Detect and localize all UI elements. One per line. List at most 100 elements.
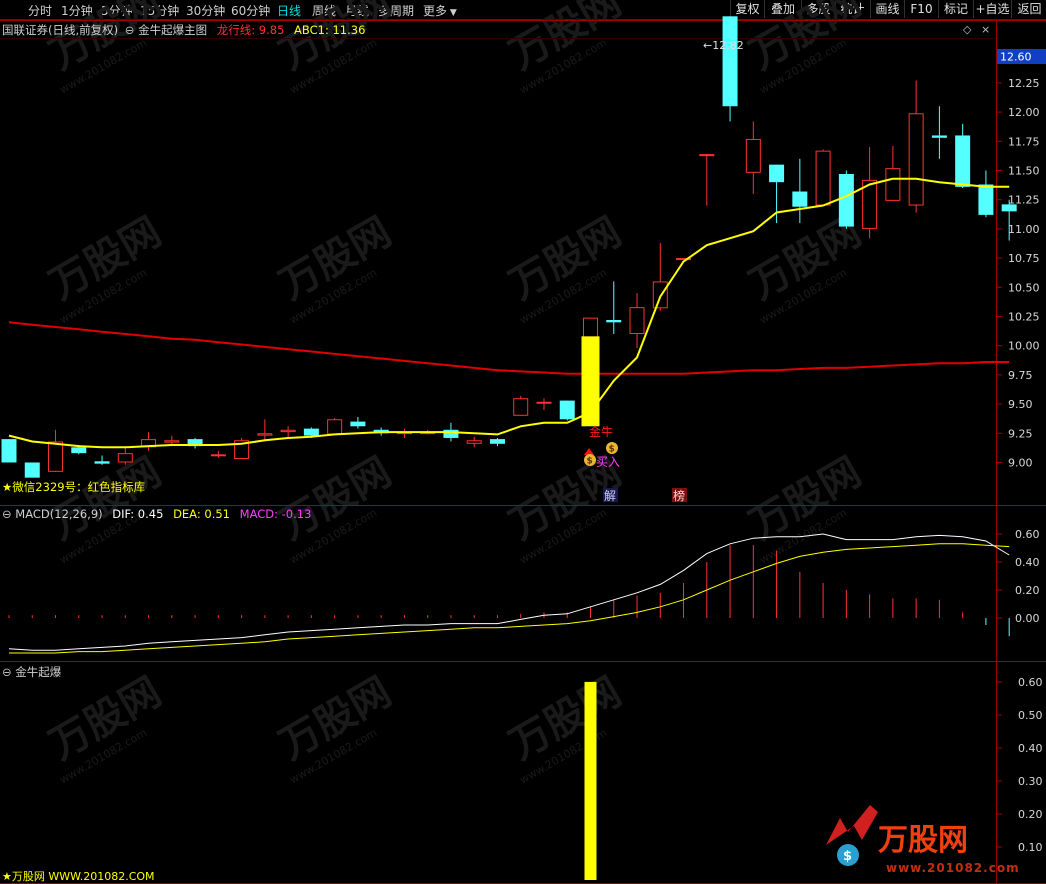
candle[interactable] bbox=[24, 462, 40, 478]
candle[interactable] bbox=[234, 437, 250, 459]
candle-body bbox=[908, 113, 924, 206]
jinniu-axis: 0.10 0.20 0.30 0.40 0.50 0.60 bbox=[997, 676, 1043, 854]
price-tick-label: 10.25 bbox=[1008, 310, 1040, 323]
candle[interactable] bbox=[117, 447, 133, 465]
jinniu-tick-label: 0.60 bbox=[1018, 676, 1043, 689]
candle[interactable] bbox=[350, 416, 366, 429]
candle[interactable] bbox=[164, 435, 180, 445]
candle[interactable] bbox=[513, 395, 529, 416]
candle[interactable] bbox=[908, 80, 924, 213]
watermark-layer: 万股网www.201082.com 万股网www.201082.com 万股网www… bbox=[42, 0, 869, 787]
candle[interactable] bbox=[327, 418, 343, 435]
candle[interactable] bbox=[885, 145, 901, 201]
jinniu-tick-label: 0.50 bbox=[1018, 709, 1043, 722]
candle[interactable] bbox=[94, 455, 110, 465]
candle[interactable] bbox=[699, 154, 715, 206]
price-tick-label: 9.25 bbox=[1008, 427, 1033, 440]
stock-name: 国联证券(日线,前复权) bbox=[2, 23, 119, 37]
macd-tick-label: 0.40 bbox=[1015, 556, 1040, 569]
bang-marker[interactable]: 榜 bbox=[673, 488, 685, 503]
jinniu-main-signal-bar bbox=[581, 336, 600, 427]
candle[interactable] bbox=[931, 106, 947, 159]
candle-body bbox=[350, 421, 366, 427]
candle[interactable] bbox=[1, 439, 17, 463]
current-price-tag: 12.60 bbox=[1000, 51, 1032, 64]
jinniu-title[interactable]: 金牛起爆 bbox=[15, 665, 61, 679]
dif-value: DIF: 0.45 bbox=[112, 507, 164, 521]
candle[interactable] bbox=[187, 437, 203, 449]
logo-url-text: www.201082.com bbox=[886, 861, 1020, 875]
candle-body bbox=[815, 150, 831, 206]
candle[interactable] bbox=[48, 429, 64, 472]
brand-logo: $ 万股网 www.201082.com bbox=[826, 805, 1020, 875]
logo-arrow-icon bbox=[826, 805, 878, 845]
candle-body bbox=[722, 16, 738, 107]
candle[interactable] bbox=[629, 293, 645, 349]
candle[interactable] bbox=[792, 158, 808, 224]
longxing-line bbox=[8, 321, 1010, 375]
money-bag-glyph: $ bbox=[609, 445, 615, 455]
price-axis: 9.00 9.25 9.50 9.75 10.00 10.25 10.50 10.75 11.0… bbox=[997, 48, 1040, 469]
macd-tick-label: 0.00 bbox=[1015, 612, 1040, 625]
candle[interactable] bbox=[210, 450, 226, 458]
candle[interactable] bbox=[489, 437, 505, 447]
candle[interactable] bbox=[257, 419, 273, 442]
candle-body bbox=[48, 441, 64, 472]
price-tick-label: 11.50 bbox=[1008, 164, 1040, 177]
watermark-block: 万股网www.201082.com bbox=[742, 0, 869, 97]
diamond-icon[interactable]: ◇ bbox=[963, 23, 972, 36]
candle-body bbox=[24, 462, 40, 478]
candle-body bbox=[559, 400, 575, 420]
candle[interactable] bbox=[745, 121, 761, 194]
candle[interactable] bbox=[722, 16, 738, 122]
price-tick-label: 10.00 bbox=[1008, 340, 1040, 353]
candle-body bbox=[606, 319, 622, 323]
indicator-settings-icon[interactable]: ⊖ bbox=[125, 23, 135, 37]
candle-body bbox=[513, 398, 529, 416]
jinniu-tick-label: 0.20 bbox=[1018, 808, 1043, 821]
jie-marker[interactable]: 解 bbox=[604, 489, 616, 503]
candle-body bbox=[443, 429, 459, 438]
footer-site: ★万股网 WWW.201082.COM bbox=[2, 870, 155, 883]
candle-body bbox=[303, 428, 319, 436]
candle[interactable] bbox=[396, 428, 412, 438]
candle[interactable] bbox=[862, 147, 878, 239]
macd-tick-label: 0.60 bbox=[1015, 528, 1040, 541]
candle[interactable] bbox=[606, 281, 622, 335]
candle-body bbox=[699, 154, 715, 157]
candle-body bbox=[489, 439, 505, 444]
macd-tick-label: 0.20 bbox=[1015, 584, 1040, 597]
price-tick-label: 9.50 bbox=[1008, 398, 1033, 411]
candle[interactable] bbox=[536, 398, 552, 410]
price-tick-label: 12.00 bbox=[1008, 106, 1040, 119]
jinniu-tick-label: 0.40 bbox=[1018, 742, 1043, 755]
dea-value: DEA: 0.51 bbox=[173, 507, 230, 521]
close-icon[interactable]: × bbox=[981, 23, 990, 36]
candle[interactable] bbox=[769, 164, 785, 224]
candle[interactable] bbox=[815, 149, 831, 206]
buy-signal-label: 买入 bbox=[596, 455, 620, 469]
candle[interactable] bbox=[466, 436, 482, 448]
jinniu-settings-icon[interactable]: ⊖ bbox=[2, 665, 12, 679]
candle[interactable] bbox=[141, 432, 157, 451]
macd-title[interactable]: MACD(12,26,9) bbox=[15, 507, 102, 521]
indicator-name[interactable]: 金牛起爆主图 bbox=[138, 23, 207, 37]
candle[interactable] bbox=[978, 170, 994, 218]
candle-body bbox=[978, 184, 994, 215]
max-price-value: 12.82 bbox=[712, 39, 744, 52]
longxing-line-value: 龙行线: 9.85 bbox=[216, 23, 285, 37]
candle[interactable] bbox=[559, 400, 575, 421]
price-tick-label: 10.75 bbox=[1008, 252, 1040, 265]
main-panel-header: 国联证券(日线,前复权) ⊖ 金牛起爆主图 龙行线: 9.85 ABC1: 11… bbox=[2, 22, 365, 38]
candle[interactable] bbox=[652, 242, 668, 311]
dea-line bbox=[9, 543, 1010, 654]
candle-body bbox=[1, 439, 17, 463]
chart-canvas[interactable]: 万股网www.201082.com 万股网www.201082.com 万股网www… bbox=[0, 0, 1046, 884]
candle-body bbox=[327, 419, 343, 435]
macd-settings-icon[interactable]: ⊖ bbox=[2, 507, 12, 521]
candle[interactable] bbox=[955, 123, 971, 189]
buy-arrow-icon bbox=[584, 448, 594, 455]
candle[interactable] bbox=[838, 170, 854, 229]
watermark-block: 万股网www.201082.com bbox=[742, 209, 869, 327]
sub-panel-header: ⊖ 金牛起爆 bbox=[2, 664, 61, 680]
